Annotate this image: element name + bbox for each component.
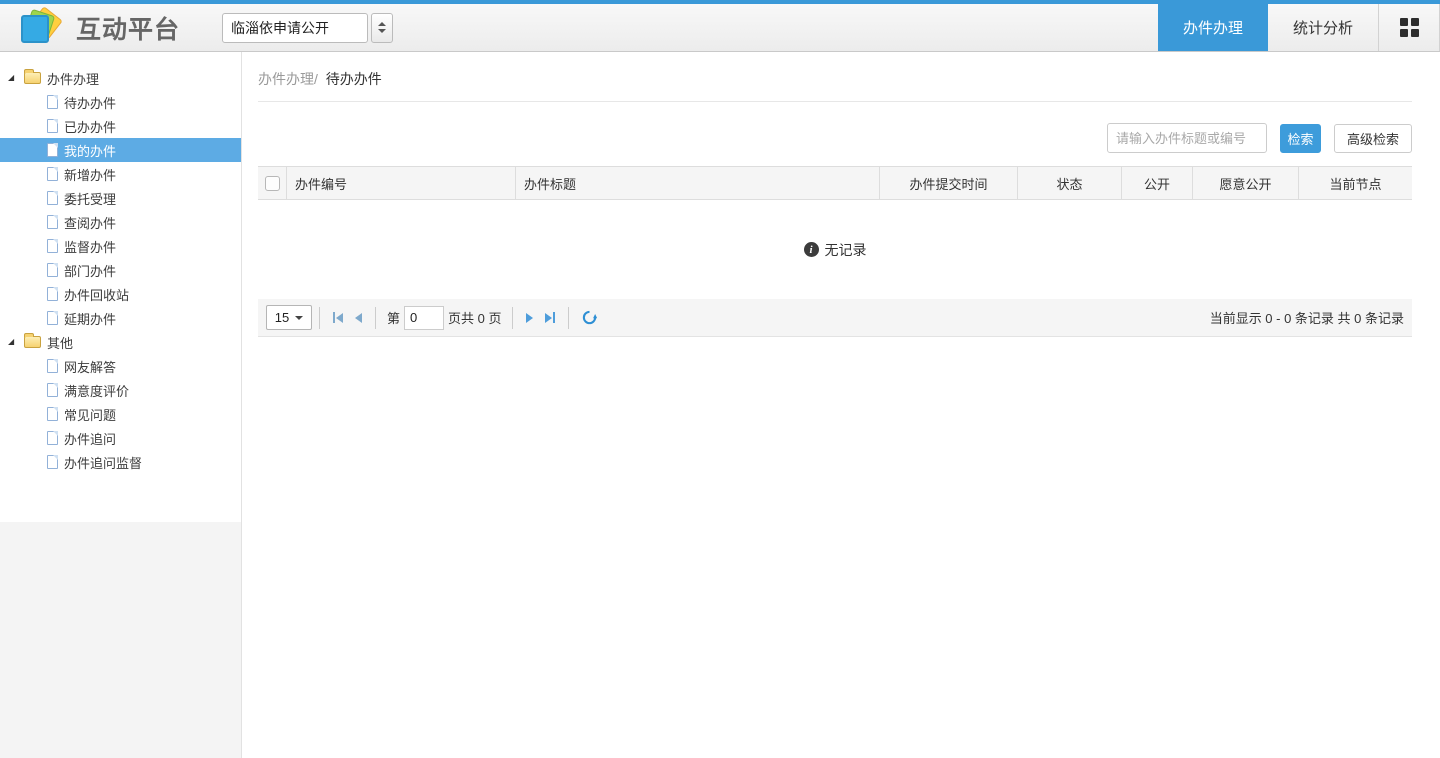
file-icon: [47, 311, 58, 325]
tree-item-yiban[interactable]: 已办办件: [0, 114, 241, 138]
pagination-toolbar: 15 第 页共 0 页: [258, 299, 1412, 337]
tree-group-label: 办件办理: [47, 69, 99, 88]
app-title: 互动平台: [76, 10, 180, 46]
divider: [568, 307, 569, 329]
file-icon: [47, 287, 58, 301]
col-header-current-node: 当前节点: [1298, 167, 1412, 199]
divider: [375, 307, 376, 329]
spinner-up-icon: [378, 22, 386, 26]
first-page-icon: [336, 313, 343, 323]
tree-group-qita[interactable]: ◢ 其他: [0, 330, 241, 354]
refresh-icon: [582, 310, 597, 325]
file-icon: [47, 119, 58, 133]
search-button[interactable]: 检索: [1280, 124, 1321, 153]
file-icon: [47, 143, 58, 157]
table-header-row: 办件编号 办件标题 办件提交时间 状态 公开 愿意公开 当前节点: [258, 166, 1412, 200]
page-number-input[interactable]: [404, 306, 444, 330]
page-size-select[interactable]: 15: [266, 305, 312, 330]
folder-icon: [24, 72, 41, 84]
tab-tongji-fenxi[interactable]: 统计分析: [1268, 4, 1378, 51]
department-input[interactable]: [222, 13, 368, 43]
select-all-checkbox[interactable]: [265, 176, 280, 191]
tree-item-chayue[interactable]: 查阅办件: [0, 210, 241, 234]
tree-item-weituo[interactable]: 委托受理: [0, 186, 241, 210]
tree-item-wangyou[interactable]: 网友解答: [0, 354, 241, 378]
tree-item-manyidu[interactable]: 满意度评价: [0, 378, 241, 402]
expand-arrow-icon: ◢: [8, 74, 18, 82]
refresh-button[interactable]: [576, 310, 603, 325]
empty-state: i 无记录: [258, 200, 1412, 299]
breadcrumb-parent[interactable]: 办件办理/: [258, 71, 318, 87]
file-icon: [47, 359, 58, 373]
first-page-button[interactable]: [327, 312, 349, 323]
tree-item-yanqi[interactable]: 延期办件: [0, 306, 241, 330]
file-icon: [47, 263, 58, 277]
advanced-search-button[interactable]: 高级检索: [1334, 124, 1412, 153]
file-icon: [47, 167, 58, 181]
tree-group-label: 其他: [47, 333, 73, 352]
tree-item-xinzeng[interactable]: 新增办件: [0, 162, 241, 186]
department-combo: [222, 4, 393, 51]
main-content: 办件办理/ 待办办件 检索 高级检索 办件编号 办件标题 办件提交时间 状态 公…: [242, 52, 1440, 758]
tree-item-zhuiwen-jiandu[interactable]: 办件追问监督: [0, 450, 241, 474]
brand: 互动平台: [0, 4, 180, 51]
file-icon: [47, 239, 58, 253]
apps-grid-button[interactable]: [1378, 4, 1440, 51]
records-summary: 当前显示 0 - 0 条记录 共 0 条记录: [1210, 308, 1404, 327]
spinner-down-icon: [378, 29, 386, 33]
grid-icon: [1400, 18, 1419, 37]
file-icon: [47, 215, 58, 229]
divider: [319, 307, 320, 329]
header: 互动平台 办件办理 统计分析: [0, 4, 1440, 52]
col-header-status: 状态: [1017, 167, 1121, 199]
prev-page-button[interactable]: [349, 313, 368, 323]
page-prefix-label: 第: [387, 308, 400, 327]
breadcrumb-current: 待办办件: [326, 71, 382, 87]
nav-tree: ◢ 办件办理 待办办件 已办办件 我的办件 新: [0, 52, 241, 522]
divider: [512, 307, 513, 329]
file-icon: [47, 191, 58, 205]
tree-item-daiban[interactable]: 待办办件: [0, 90, 241, 114]
sidebar: ◢ 办件办理 待办办件 已办办件 我的办件 新: [0, 52, 242, 758]
breadcrumb: 办件办理/ 待办办件: [258, 69, 1412, 89]
col-header-number: 办件编号: [286, 167, 515, 199]
file-icon: [47, 383, 58, 397]
file-icon: [47, 455, 58, 469]
search-row: 检索 高级检索: [258, 123, 1412, 153]
folder-icon: [24, 336, 41, 348]
tree-item-changjian[interactable]: 常见问题: [0, 402, 241, 426]
tree-item-huishouzhan[interactable]: 办件回收站: [0, 282, 241, 306]
empty-text: 无记录: [825, 240, 867, 260]
file-icon: [47, 95, 58, 109]
prev-page-icon: [355, 313, 362, 323]
divider: [258, 101, 1412, 102]
col-header-willing-public: 愿意公开: [1192, 167, 1298, 199]
app-logo-icon: [20, 8, 64, 48]
spinner-button[interactable]: [371, 13, 393, 43]
tree-item-bumen[interactable]: 部门办件: [0, 258, 241, 282]
chevron-down-icon: [295, 316, 303, 320]
next-page-button[interactable]: [520, 313, 539, 323]
last-page-icon: [545, 313, 552, 323]
tree-item-jiandu[interactable]: 监督办件: [0, 234, 241, 258]
file-icon: [47, 431, 58, 445]
page-suffix-label: 页共 0 页: [448, 308, 501, 327]
file-icon: [47, 407, 58, 421]
tree-item-wode[interactable]: 我的办件: [0, 138, 241, 162]
app-window: 互动平台 办件办理 统计分析 ◢ 办件办理: [0, 0, 1440, 758]
expand-arrow-icon: ◢: [8, 338, 18, 346]
tree-group-banjian[interactable]: ◢ 办件办理: [0, 66, 241, 90]
next-page-icon: [526, 313, 533, 323]
last-page-button[interactable]: [539, 312, 561, 323]
info-icon: i: [804, 242, 819, 257]
tree-item-zhuiwen[interactable]: 办件追问: [0, 426, 241, 450]
col-header-public: 公开: [1121, 167, 1192, 199]
tab-banjian-banli[interactable]: 办件办理: [1158, 0, 1268, 51]
col-header-title: 办件标题: [515, 167, 879, 199]
col-header-submit-time: 办件提交时间: [879, 167, 1017, 199]
search-input[interactable]: [1107, 123, 1267, 153]
